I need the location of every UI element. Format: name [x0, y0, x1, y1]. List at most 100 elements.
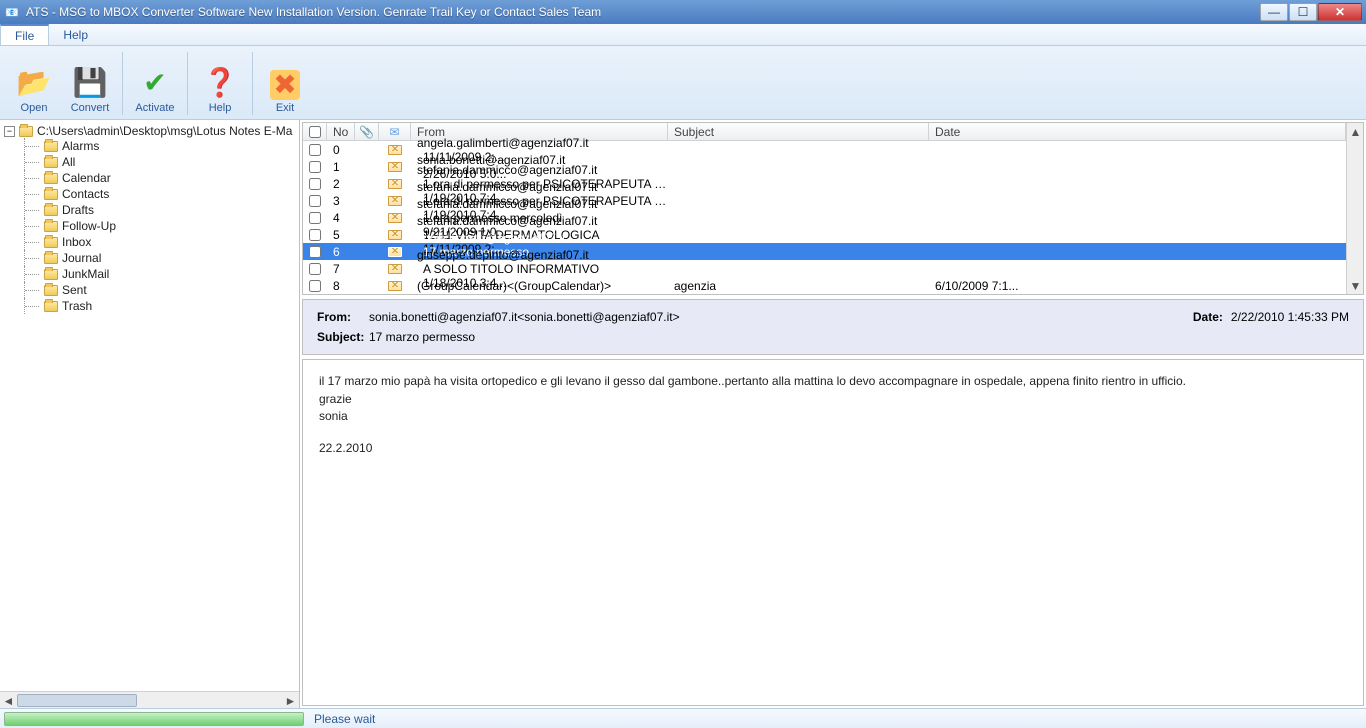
row-no: 2 — [327, 177, 355, 191]
folder-icon — [44, 189, 58, 200]
subject-label: Subject: — [317, 330, 369, 344]
folder-icon — [44, 301, 58, 312]
preview-header: From: sonia.bonetti@agenziaf07.it<sonia.… — [302, 299, 1364, 355]
tree-folder-drafts[interactable]: Drafts — [24, 202, 299, 218]
list-v-scrollbar[interactable]: ▲ ▼ — [1346, 123, 1363, 294]
help-button[interactable]: ❓ Help — [192, 50, 248, 117]
row-checkbox[interactable] — [309, 144, 321, 156]
row-checkbox[interactable] — [309, 229, 321, 241]
check-icon: ✔ — [137, 64, 173, 100]
folder-label: Calendar — [62, 171, 111, 185]
select-all-checkbox[interactable] — [309, 126, 321, 138]
collapse-icon[interactable]: − — [4, 126, 15, 137]
tree-folder-all[interactable]: All — [24, 154, 299, 170]
col-attachment[interactable]: 📎 — [355, 123, 379, 140]
row-envelope — [379, 162, 411, 172]
tree-folder-inbox[interactable]: Inbox — [24, 234, 299, 250]
activate-button[interactable]: ✔ Activate — [127, 50, 183, 117]
envelope-icon — [388, 162, 402, 172]
open-button[interactable]: 📂 Open — [6, 50, 62, 117]
folder-open-icon: 📂 — [16, 64, 52, 100]
col-no[interactable]: No — [327, 123, 355, 140]
col-subject[interactable]: Subject — [668, 123, 929, 140]
folder-label: Sent — [62, 283, 87, 297]
attachment-icon: 📎 — [359, 125, 374, 139]
scroll-thumb[interactable] — [17, 694, 137, 707]
tree-folder-sent[interactable]: Sent — [24, 282, 299, 298]
tree-folder-junkmail[interactable]: JunkMail — [24, 266, 299, 282]
tree-folder-contacts[interactable]: Contacts — [24, 186, 299, 202]
exit-button[interactable]: ✖ Exit — [257, 50, 313, 117]
row-checkbox[interactable] — [309, 263, 321, 275]
col-envelope[interactable]: ✉ — [379, 123, 411, 140]
minimize-button[interactable]: — — [1260, 3, 1288, 21]
subject-value: 17 marzo permesso — [369, 330, 1349, 344]
tree-h-scrollbar[interactable]: ◄ ► — [0, 691, 299, 708]
folder-label: Contacts — [62, 187, 109, 201]
toolbar: 📂 Open 💾 Convert ✔ Activate ❓ Help ✖ Exi… — [0, 46, 1366, 120]
row-checkbox[interactable] — [309, 178, 321, 190]
envelope-icon — [388, 196, 402, 206]
folder-icon — [44, 285, 58, 296]
col-checkbox[interactable] — [303, 123, 327, 140]
body-line: sonia — [319, 409, 1347, 425]
row-checkbox[interactable] — [309, 195, 321, 207]
row-checkbox[interactable] — [309, 161, 321, 173]
folder-icon — [44, 205, 58, 216]
tree-folder-alarms[interactable]: Alarms — [24, 138, 299, 154]
row-envelope — [379, 196, 411, 206]
scroll-right-icon[interactable]: ► — [282, 692, 299, 709]
menu-file[interactable]: File — [0, 24, 49, 45]
folder-label: Inbox — [62, 235, 91, 249]
tree-folder-trash[interactable]: Trash — [24, 298, 299, 314]
envelope-icon — [388, 264, 402, 274]
folder-icon — [44, 221, 58, 232]
row-envelope — [379, 281, 411, 291]
folder-label: Drafts — [62, 203, 94, 217]
row-checkbox[interactable] — [309, 280, 321, 292]
maximize-button[interactable]: ☐ — [1289, 3, 1317, 21]
exit-label: Exit — [276, 102, 294, 114]
folder-tree[interactable]: − C:\Users\admin\Desktop\msg\Lotus Notes… — [0, 120, 299, 691]
row-envelope — [379, 247, 411, 257]
close-button[interactable]: ✕ — [1318, 3, 1362, 21]
tree-root[interactable]: − C:\Users\admin\Desktop\msg\Lotus Notes… — [4, 124, 299, 138]
tree-folder-follow-up[interactable]: Follow-Up — [24, 218, 299, 234]
message-row[interactable]: 7giuseppe.depinto@agenziaf07.itA SOLO TI… — [303, 260, 1346, 277]
folder-icon — [19, 126, 33, 137]
separator — [122, 52, 123, 115]
folder-label: JunkMail — [62, 267, 109, 281]
row-date: 6/10/2009 7:1... — [929, 279, 1346, 293]
body-line: grazie — [319, 392, 1347, 408]
help-icon: ❓ — [202, 64, 238, 100]
help-label: Help — [209, 102, 232, 114]
row-no: 5 — [327, 228, 355, 242]
scroll-left-icon[interactable]: ◄ — [0, 692, 17, 709]
scroll-up-icon[interactable]: ▲ — [1347, 123, 1364, 140]
progress-bar — [4, 712, 304, 726]
from-value: sonia.bonetti@agenziaf07.it<sonia.bonett… — [369, 310, 1193, 324]
folder-icon — [44, 173, 58, 184]
folder-icon — [44, 237, 58, 248]
convert-label: Convert — [71, 102, 110, 114]
preview-body[interactable]: il 17 marzo mio papà ha visita ortopedic… — [302, 359, 1364, 706]
from-label: From: — [317, 310, 369, 324]
convert-button[interactable]: 💾 Convert — [62, 50, 118, 117]
folder-icon — [44, 253, 58, 264]
message-row[interactable]: 8(GroupCalendar)<(GroupCalendar)>agenzia… — [303, 277, 1346, 294]
menu-help[interactable]: Help — [49, 24, 102, 45]
row-checkbox[interactable] — [309, 212, 321, 224]
col-date[interactable]: Date — [929, 123, 1346, 140]
envelope-icon — [388, 281, 402, 291]
tree-folder-calendar[interactable]: Calendar — [24, 170, 299, 186]
row-no: 8 — [327, 279, 355, 293]
envelope-icon — [388, 145, 402, 155]
exit-icon: ✖ — [270, 70, 300, 100]
folder-icon — [44, 157, 58, 168]
row-checkbox[interactable] — [309, 246, 321, 258]
date-value: 2/22/2010 1:45:33 PM — [1231, 310, 1349, 324]
tree-folder-journal[interactable]: Journal — [24, 250, 299, 266]
scroll-down-icon[interactable]: ▼ — [1347, 277, 1364, 294]
folder-label: Follow-Up — [62, 219, 116, 233]
row-no: 0 — [327, 143, 355, 157]
